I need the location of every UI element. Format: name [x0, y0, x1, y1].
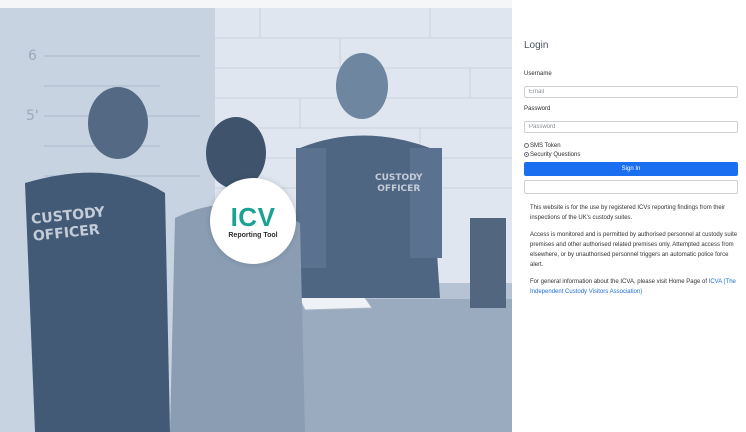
sms-token-radio[interactable]: [524, 143, 529, 148]
password-input[interactable]: [524, 121, 738, 133]
logo-mark: ICV: [230, 201, 276, 232]
sms-token-option[interactable]: SMS Token: [524, 141, 740, 150]
info-paragraph-1: This website is for the use by registere…: [530, 205, 726, 221]
security-questions-radio[interactable]: [524, 152, 529, 157]
sign-in-button[interactable]: Sign In: [524, 162, 738, 176]
badge-right-line1: CUSTODY: [375, 173, 423, 183]
badge-right-line2: OFFICER: [377, 184, 421, 194]
height-mark-5: 5': [26, 108, 39, 124]
username-input[interactable]: [524, 86, 738, 98]
message-box: [524, 180, 738, 194]
login-title: Login: [524, 40, 549, 51]
icv-logo: ICV Reporting Tool: [210, 178, 296, 264]
login-page: 6 5' CUSTODY OFFICER CUSTODY OFFICER ICV…: [0, 0, 746, 432]
security-questions-option[interactable]: Security Questions: [524, 150, 740, 159]
security-questions-label: Security Questions: [530, 151, 581, 158]
info-paragraph-3: For general information about the ICVA, …: [530, 277, 740, 297]
info-text: This website is for the use by registere…: [524, 203, 740, 297]
password-label: Password: [524, 106, 551, 112]
height-mark-6: 6: [28, 48, 37, 64]
login-panel: Login Username Password SMS Token Securi…: [512, 0, 746, 432]
hero-illustration: 6 5' CUSTODY OFFICER CUSTODY OFFICER ICV…: [0, 0, 512, 432]
logo-subtitle: Reporting Tool: [228, 231, 278, 239]
info-paragraph-2: Access is monitored and is permitted by …: [530, 232, 738, 268]
username-label: Username: [524, 71, 552, 77]
officer-badge-right: CUSTODY OFFICER: [375, 173, 423, 195]
info-paragraph-3-text: For general information about the ICVA, …: [530, 279, 707, 285]
sms-token-label: SMS Token: [530, 142, 561, 149]
